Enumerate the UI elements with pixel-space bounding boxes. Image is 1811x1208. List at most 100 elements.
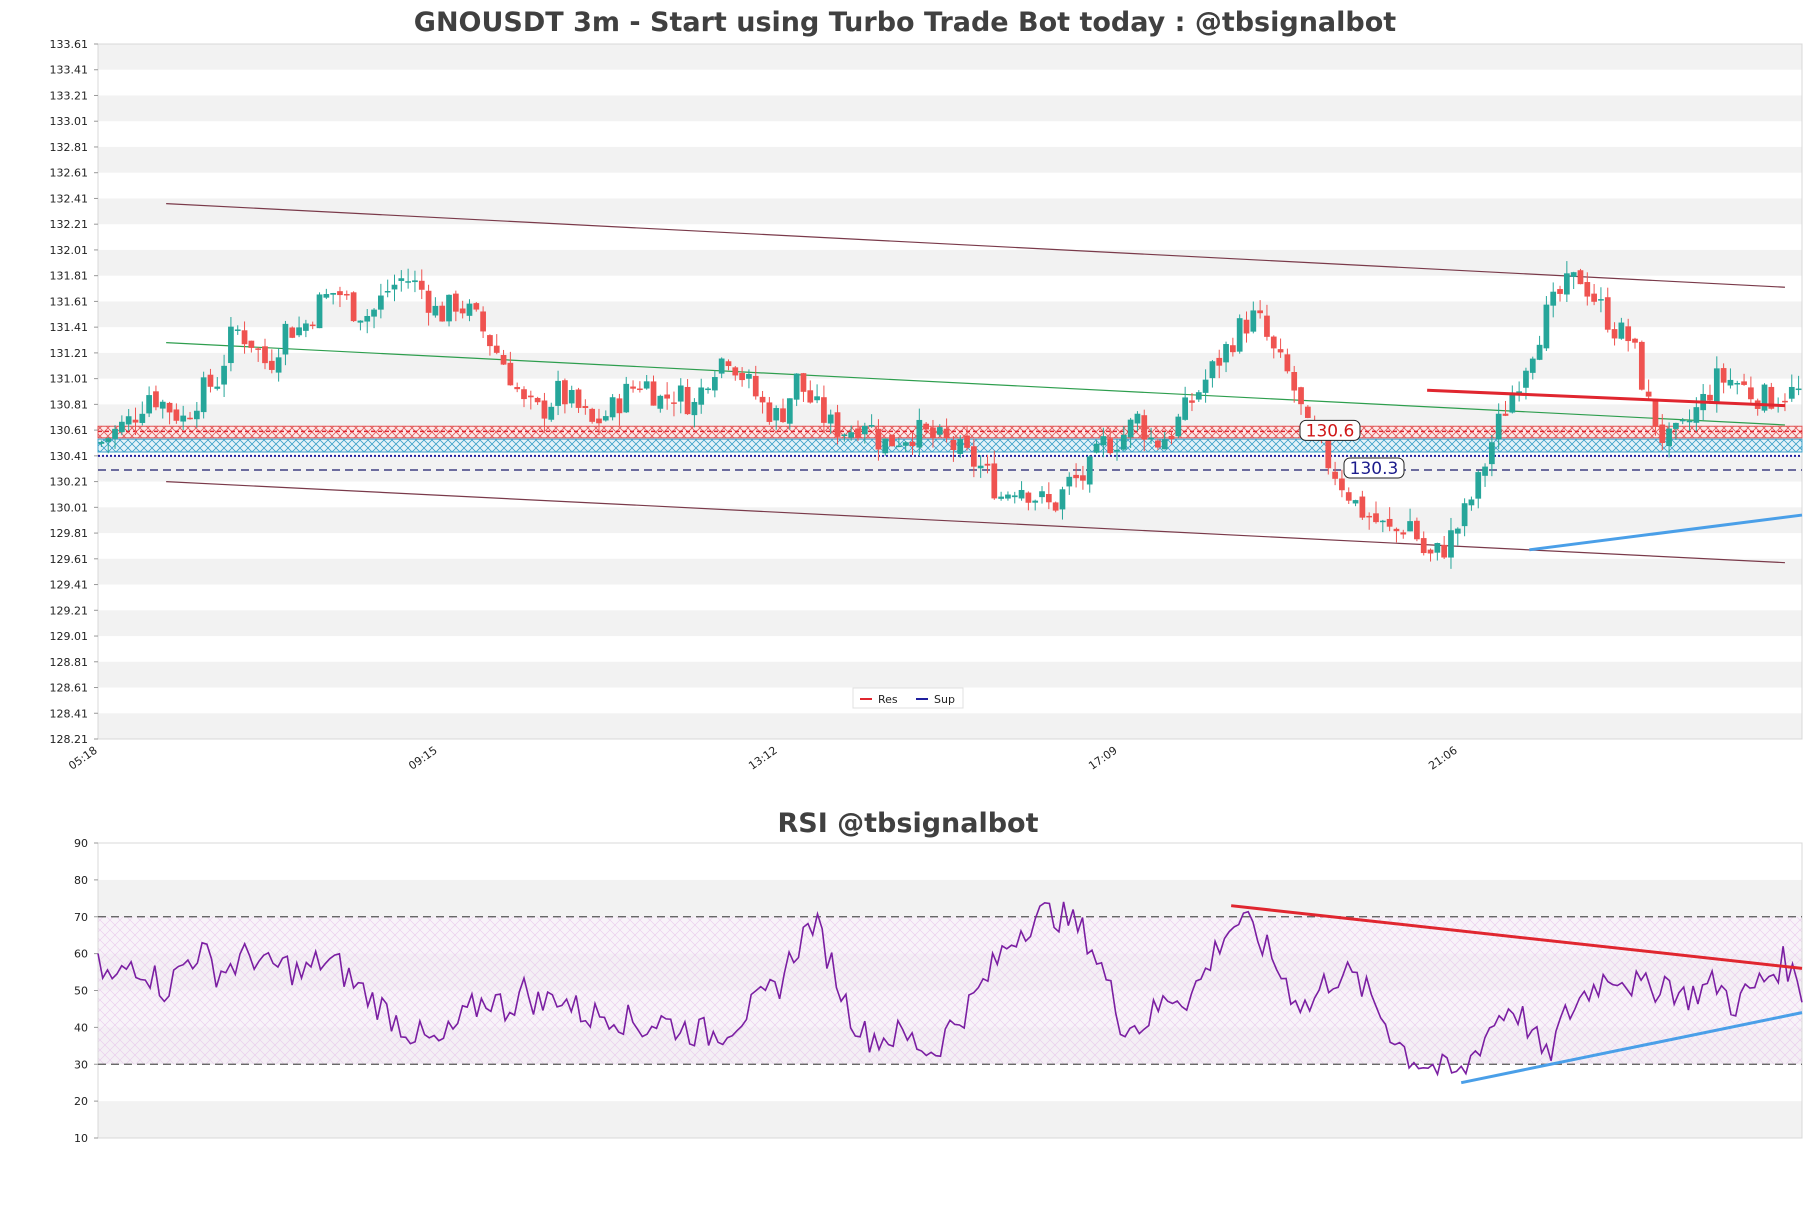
candle-body [1148,437,1154,440]
candle-body [487,335,493,347]
candle-body [773,408,780,421]
candle-body [732,367,739,376]
candle-body [262,346,268,364]
candle-body [780,408,786,423]
rsi-y-tick-label: 30 [74,1058,88,1071]
candle-body [1379,520,1386,523]
candle-body [173,409,180,421]
candle-body [1584,282,1591,297]
candle-body [1373,513,1379,523]
candle-body [330,293,337,295]
candle-body [786,398,793,424]
candle-body [1414,520,1420,540]
candle-body [1304,406,1311,418]
candle-body [1086,456,1093,485]
candle-body [1550,291,1557,306]
candle-body [514,387,521,390]
candle-body [1134,413,1141,424]
price-y-tick-label: 130.01 [50,501,89,514]
price-grid-band [98,352,1802,379]
candle-body [936,427,943,435]
candle-body [1720,368,1727,383]
candle-body [1066,476,1073,487]
candle-body [1461,503,1468,527]
candle-body [228,326,234,364]
candle-body [1400,532,1407,535]
candle-body [1611,329,1618,339]
candle-body [1339,478,1345,491]
candle-body [1005,494,1011,499]
candle-body [1727,379,1734,386]
candle-body [200,377,207,413]
candle-body [602,416,609,421]
candle-body [1420,538,1427,554]
price-y-tick-label: 132.01 [50,244,89,257]
candle-body [861,425,868,435]
price-y-tick-label: 128.61 [50,682,89,695]
candle-body [1454,528,1461,534]
candle-body [378,295,384,310]
candle-body [1645,391,1652,397]
price-y-tick-label: 132.41 [50,192,89,205]
candle-body [1666,428,1672,447]
candle-body [800,373,807,392]
candle-body [541,400,548,419]
price-y-tick-label: 128.81 [50,656,89,669]
candle-body [1120,434,1127,450]
candle-body [739,372,745,381]
candle-body [323,294,330,298]
candle-body [275,357,282,373]
candle-body [1673,422,1679,429]
candle-body [1250,310,1257,332]
price-y-tick-label: 130.41 [50,450,89,463]
candle-body [616,398,623,414]
candle-body [1243,319,1250,334]
candle-body [303,323,309,331]
rsi-y-tick-label: 40 [74,1021,88,1034]
candle-body [1468,499,1475,506]
candle-body [1434,543,1441,553]
candle-body [1598,299,1604,301]
candle-body [1352,500,1359,504]
candle-body [1386,518,1393,527]
candle-body [964,435,970,448]
candle-body [1161,439,1168,450]
candle-body [309,324,316,327]
candle-body [439,305,446,322]
candle-body [118,421,125,433]
candle-body [1182,397,1189,420]
candle-body [350,292,357,322]
candle-body [1638,341,1645,390]
candle-body [343,293,350,296]
candle-body [1652,398,1659,427]
candle-body [1475,472,1482,499]
candle-body [159,401,166,409]
candle-body [814,396,820,401]
candle-body [950,439,957,451]
candle-body [1591,293,1597,302]
candle-body [112,428,118,439]
candle-body [923,423,930,430]
candle-body [1679,419,1686,422]
price-y-tick-label: 132.81 [50,141,89,154]
candle-body [521,389,527,400]
price-grid-band [98,713,1802,739]
candle-body [718,358,725,374]
candle-body [371,309,377,317]
candle-body [248,340,255,348]
price-y-tick-label: 131.21 [50,347,89,360]
price-y-tick-label: 133.01 [50,115,89,128]
rsi-chart-title: RSI @tbsignalbot [777,808,1038,839]
candle-body [255,348,262,350]
candle-body [1202,379,1209,393]
candle-body [1298,387,1304,405]
candle-body [882,438,889,454]
candle-body [1625,326,1632,342]
price-y-tick-label: 131.81 [50,270,89,283]
chart-root: GNOUSDT 3m - Start using Turbo Trade Bot… [0,0,1811,1208]
rsi-y-tick-label: 90 [74,837,88,850]
price-y-tick-label: 129.61 [50,553,89,566]
candle-body [1748,387,1754,400]
rsi-y-tick-label: 20 [74,1095,88,1108]
candle-body [1761,384,1768,411]
